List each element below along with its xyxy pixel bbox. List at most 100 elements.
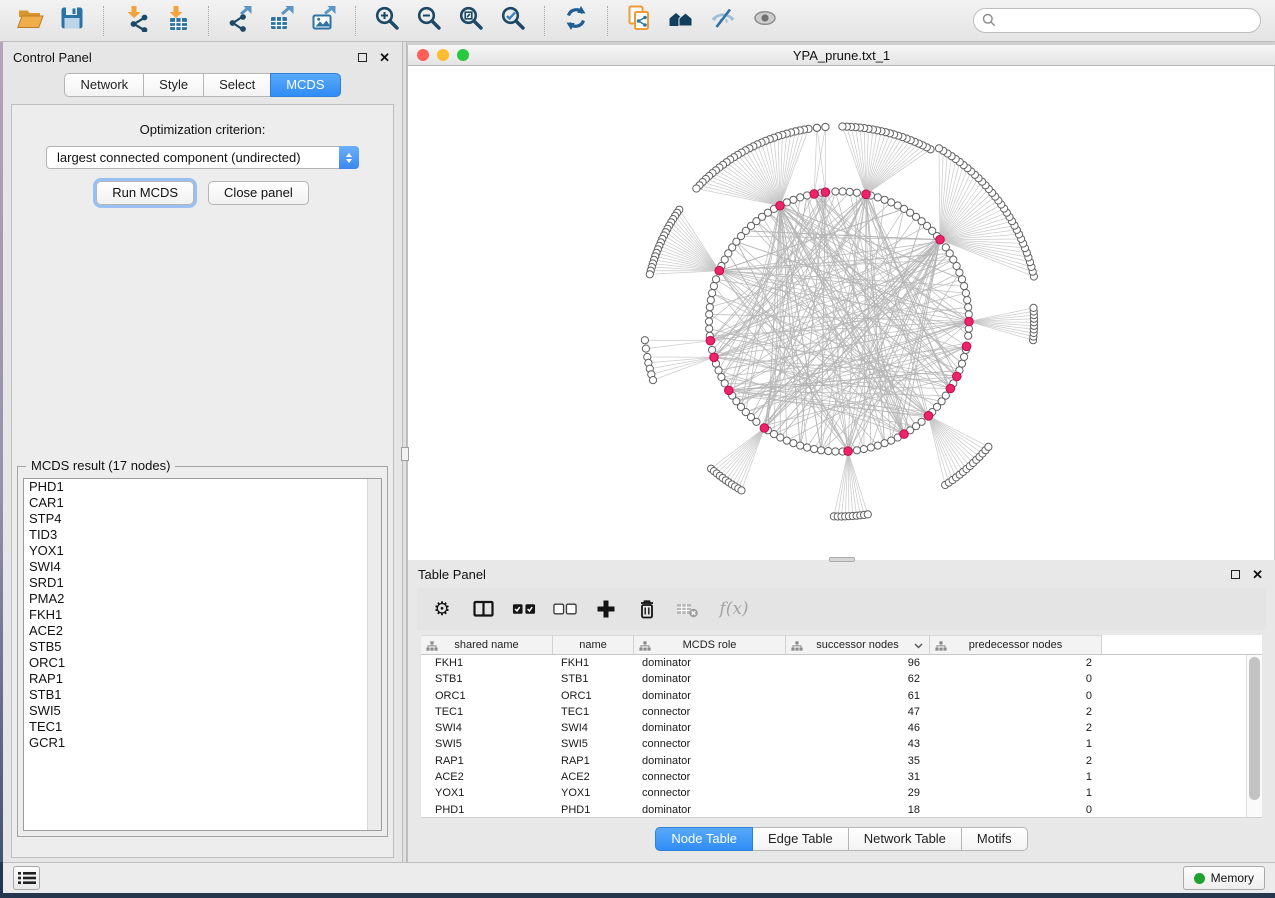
- network-leaf-node[interactable]: [738, 487, 745, 494]
- mcds-result-item[interactable]: TID3: [24, 527, 381, 543]
- mcds-result-item[interactable]: FKH1: [24, 607, 381, 623]
- table-cell[interactable]: 0: [930, 671, 1102, 687]
- network-node[interactable]: [853, 447, 860, 454]
- table-cell[interactable]: 1: [930, 769, 1102, 785]
- table-cell[interactable]: PHD1: [553, 802, 634, 818]
- table-cell[interactable]: FKH1: [553, 655, 634, 671]
- mcds-result-item[interactable]: RAP1: [24, 671, 381, 687]
- network-leaf-node[interactable]: [985, 443, 992, 450]
- table-cell[interactable]: YOX1: [421, 785, 553, 801]
- function-builder-button-disabled[interactable]: f(x): [717, 597, 751, 621]
- table-cell[interactable]: 35: [786, 753, 930, 769]
- table-cell[interactable]: 96: [786, 655, 930, 671]
- table-settings-button[interactable]: ⚙: [430, 597, 454, 621]
- table-cell[interactable]: 31: [786, 769, 930, 785]
- import-network-button[interactable]: [117, 4, 153, 38]
- tab-network[interactable]: Network: [64, 73, 144, 97]
- table-cell[interactable]: 1: [930, 785, 1102, 801]
- tab-motifs[interactable]: Motifs: [961, 827, 1028, 851]
- table-cell[interactable]: 62: [786, 671, 930, 687]
- close-table-panel-icon[interactable]: ✕: [1252, 568, 1263, 581]
- network-node[interactable]: [962, 290, 969, 297]
- show-all-button[interactable]: [747, 4, 783, 38]
- network-node[interactable]: [961, 353, 968, 360]
- delete-column-button[interactable]: [635, 597, 659, 621]
- mcds-hub-node[interactable]: [821, 188, 830, 197]
- show-columns-button[interactable]: [471, 597, 495, 621]
- mcds-result-item[interactable]: ORC1: [24, 655, 381, 671]
- network-node[interactable]: [942, 244, 949, 251]
- mcds-result-item[interactable]: SRD1: [24, 575, 381, 591]
- table-row[interactable]: RAP1RAP1dominator352: [421, 753, 1262, 769]
- table-cell[interactable]: 0: [930, 688, 1102, 704]
- mcds-hub-node[interactable]: [710, 353, 719, 362]
- network-node[interactable]: [867, 444, 874, 451]
- zoom-selected-button[interactable]: [495, 4, 531, 38]
- network-node[interactable]: [797, 442, 804, 449]
- network-node[interactable]: [797, 194, 804, 201]
- mcds-result-item[interactable]: TEC1: [24, 719, 381, 735]
- table-cell[interactable]: SWI5: [421, 736, 553, 752]
- mcds-result-item[interactable]: STB5: [24, 639, 381, 655]
- table-cell[interactable]: 47: [786, 704, 930, 720]
- mcds-hub-node[interactable]: [946, 384, 955, 393]
- network-node[interactable]: [964, 297, 971, 304]
- table-row[interactable]: YOX1YOX1connector291: [421, 785, 1262, 801]
- network-leaf-node[interactable]: [839, 123, 846, 130]
- float-table-panel-icon[interactable]: [1231, 570, 1240, 579]
- network-node[interactable]: [832, 448, 839, 455]
- export-image-button[interactable]: [306, 4, 342, 38]
- float-panel-icon[interactable]: [358, 53, 367, 62]
- search-input[interactable]: [973, 8, 1261, 33]
- network-node[interactable]: [705, 318, 712, 325]
- mcds-result-item[interactable]: STP4: [24, 511, 381, 527]
- table-cell[interactable]: dominator: [634, 655, 786, 671]
- deselect-all-button[interactable]: [553, 597, 577, 621]
- table-row[interactable]: SWI4SWI4dominator462: [421, 720, 1262, 736]
- table-row[interactable]: SWI5SWI5connector431: [421, 736, 1262, 752]
- table-cell[interactable]: TEC1: [421, 704, 553, 720]
- table-cell[interactable]: connector: [634, 704, 786, 720]
- network-node[interactable]: [811, 446, 818, 453]
- network-node[interactable]: [918, 418, 925, 425]
- mcds-result-item[interactable]: PHD1: [24, 479, 381, 495]
- refresh-view-button[interactable]: [558, 4, 594, 38]
- network-node[interactable]: [958, 276, 965, 283]
- network-leaf-node[interactable]: [641, 337, 648, 344]
- hide-selected-button[interactable]: [705, 4, 741, 38]
- mcds-result-item[interactable]: STB1: [24, 687, 381, 703]
- table-cell[interactable]: 2: [930, 655, 1102, 671]
- network-node[interactable]: [753, 418, 760, 425]
- open-session-button[interactable]: [12, 4, 48, 38]
- mcds-hub-node[interactable]: [862, 190, 871, 199]
- network-node[interactable]: [712, 276, 719, 283]
- table-cell[interactable]: 2: [930, 704, 1102, 720]
- column-header-successor-nodes[interactable]: successor nodes: [786, 635, 930, 655]
- network-node[interactable]: [709, 290, 716, 297]
- table-cell[interactable]: 18: [786, 802, 930, 818]
- mcds-hub-node[interactable]: [844, 447, 853, 456]
- table-cell[interactable]: ACE2: [421, 769, 553, 785]
- table-cell[interactable]: 61: [786, 688, 930, 704]
- tab-node-table[interactable]: Node Table: [655, 827, 753, 851]
- network-node[interactable]: [804, 444, 811, 451]
- mcds-result-list[interactable]: PHD1CAR1STP4TID3YOX1SWI4SRD1PMA2FKH1ACE2…: [23, 478, 382, 831]
- save-session-button[interactable]: [54, 4, 90, 38]
- mcds-hub-node[interactable]: [776, 201, 785, 210]
- mcds-hub-node[interactable]: [725, 386, 734, 395]
- network-node[interactable]: [965, 332, 972, 339]
- table-cell[interactable]: ACE2: [553, 769, 634, 785]
- network-leaf-node[interactable]: [813, 124, 820, 131]
- delete-table-button-disabled[interactable]: [676, 597, 700, 621]
- network-node[interactable]: [846, 188, 853, 195]
- network-leaf-node[interactable]: [649, 377, 656, 384]
- network-leaf-node[interactable]: [935, 145, 942, 152]
- column-header-shared-name[interactable]: shared name: [421, 635, 553, 655]
- network-leaf-node[interactable]: [642, 345, 649, 352]
- zoom-in-button[interactable]: [369, 4, 405, 38]
- mcds-result-item[interactable]: SWI4: [24, 559, 381, 575]
- mcds-hub-node[interactable]: [760, 424, 769, 433]
- zoom-fit-button[interactable]: [453, 4, 489, 38]
- column-header-MCDS-role[interactable]: MCDS role: [634, 635, 786, 655]
- mcds-hub-node[interactable]: [706, 336, 715, 345]
